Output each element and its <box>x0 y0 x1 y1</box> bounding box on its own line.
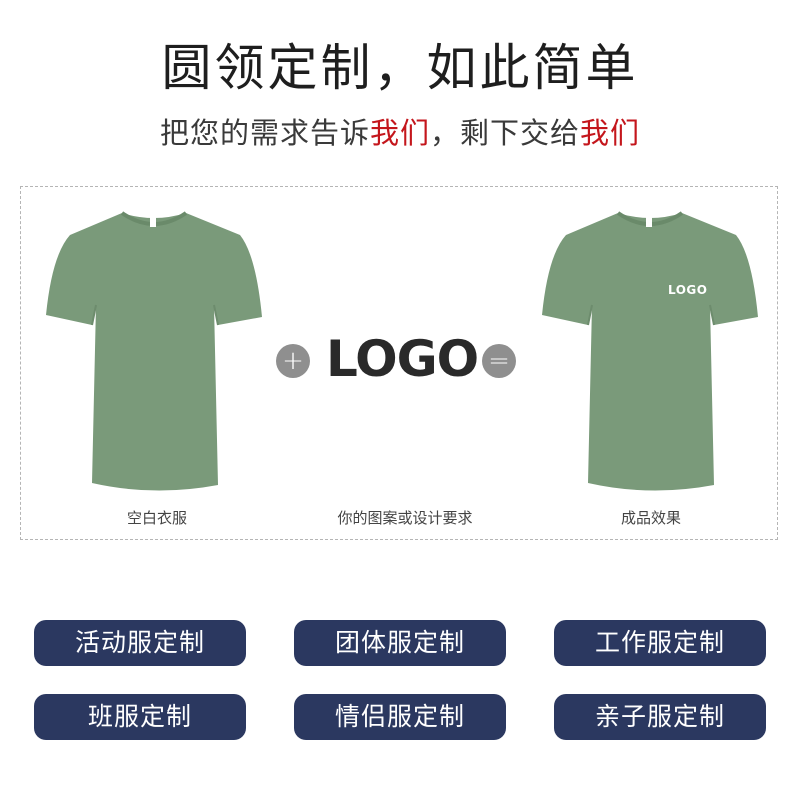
equals-icon: = <box>482 344 516 378</box>
plus-icon: + <box>276 344 310 378</box>
page-title: 圆领定制，如此简单 <box>161 39 639 97</box>
category-button-class[interactable]: 班服定制 <box>34 694 246 740</box>
subtitle-text-2: ，剩下交给 <box>430 116 581 150</box>
finished-tshirt-image: LOGO <box>538 205 762 495</box>
shirt-logo-print: LOGO <box>668 283 708 297</box>
category-button-group[interactable]: 团体服定制 <box>294 620 506 666</box>
category-button-activity[interactable]: 活动服定制 <box>34 620 246 666</box>
category-button-family[interactable]: 亲子服定制 <box>554 694 766 740</box>
category-button-couple[interactable]: 情侣服定制 <box>294 694 506 740</box>
subtitle-text-1: 把您的需求告诉 <box>159 116 370 150</box>
subtitle-accent-1: 我们 <box>369 116 430 150</box>
page-subtitle: 把您的需求告诉我们，剩下交给我们 <box>0 110 800 152</box>
category-button-work[interactable]: 工作服定制 <box>554 620 766 666</box>
logo-placeholder-text: LOGO <box>326 330 479 388</box>
caption-design: 你的图案或设计要求 <box>337 509 473 527</box>
blank-tshirt-image <box>42 205 266 495</box>
subtitle-accent-2: 我们 <box>580 116 641 150</box>
caption-blank-shirt: 空白衣服 <box>126 509 187 527</box>
caption-result: 成品效果 <box>620 509 681 527</box>
